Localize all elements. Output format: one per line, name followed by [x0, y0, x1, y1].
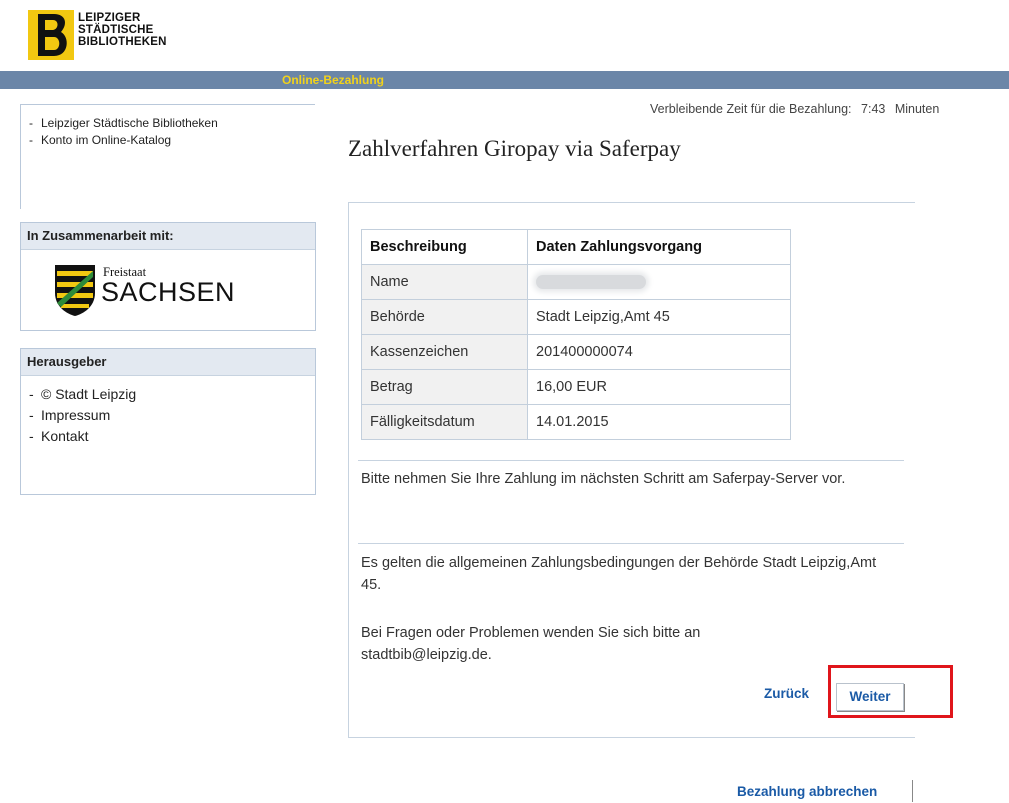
table-row: Fälligkeitsdatum 14.01.2015	[361, 404, 791, 440]
publisher-link-stadt-leipzig[interactable]: © Stadt Leipzig	[21, 384, 315, 405]
library-logo[interactable]: LEIPZIGER STÄDTISCHE BIBLIOTHEKEN	[28, 10, 198, 62]
column-header: Daten Zahlungsvorgang	[527, 229, 791, 265]
info-terms: Es gelten die allgemeinen Zahlungsbeding…	[361, 555, 877, 593]
sidebar-link-library[interactable]: Leipziger Städtische Bibliotheken	[21, 115, 315, 132]
page-title: Zahlverfahren Giropay via Saferpay	[348, 136, 681, 161]
row-value: 16,00 EUR	[527, 369, 791, 405]
logo-line: LEIPZIGER	[78, 12, 141, 24]
logo-line: BIBLIOTHEKEN	[78, 36, 167, 48]
publisher-box: Herausgeber © Stadt Leipzig Impressum Ko…	[20, 348, 316, 495]
title-banner: Online-Bezahlung	[0, 71, 1009, 89]
button-divider	[912, 780, 913, 802]
table-row: Behörde Stadt Leipzig,Amt 45	[361, 299, 791, 335]
row-value: 201400000074	[527, 334, 791, 370]
banner-title: Online-Bezahlung	[282, 73, 384, 87]
row-key: Behörde	[361, 299, 528, 335]
section-divider	[358, 460, 904, 461]
table-row: Betrag 16,00 EUR	[361, 369, 791, 405]
info-contact: Bei Fragen oder Problemen wenden Sie sic…	[361, 625, 701, 663]
publisher-link-kontakt[interactable]: Kontakt	[21, 426, 315, 447]
payment-timer: Verbleibende Zeit für die Bezahlung: 7:4…	[650, 102, 945, 116]
cancel-payment-button[interactable]: Bezahlung abbrechen	[737, 784, 878, 799]
table-row: Kassenzeichen 201400000074	[361, 334, 791, 370]
table-header-row: Beschreibung Daten Zahlungsvorgang	[361, 229, 791, 265]
partner-box: In Zusammenarbeit mit: Freistaat SACHSEN	[20, 222, 316, 331]
column-header: Beschreibung	[361, 229, 528, 265]
sidebar-link-account[interactable]: Konto im Online-Katalog	[21, 132, 315, 149]
row-key: Betrag	[361, 369, 528, 405]
highlight-frame	[828, 665, 953, 718]
row-key: Kassenzeichen	[361, 334, 528, 370]
sachsen-coat-of-arms-icon	[55, 265, 95, 316]
timer-unit: Minuten	[894, 102, 940, 116]
timer-value: 7:43	[861, 102, 886, 116]
row-value: 14.01.2015	[527, 404, 791, 440]
sachsen-logo[interactable]: Freistaat SACHSEN	[53, 263, 236, 317]
row-value: Stadt Leipzig,Amt 45	[527, 299, 791, 335]
partner-heading: In Zusammenarbeit mit:	[21, 223, 315, 250]
section-divider	[358, 543, 904, 544]
redacted-name	[536, 275, 646, 290]
logo-line: STÄDTISCHE	[78, 24, 154, 36]
row-key: Name	[361, 264, 528, 300]
row-key: Fälligkeitsdatum	[361, 404, 528, 440]
sachsen-logo-big: SACHSEN	[101, 277, 236, 307]
payment-details-table: Beschreibung Daten Zahlungsvorgang Name …	[361, 229, 791, 440]
row-value-name	[527, 264, 791, 300]
info-saferpay: Bitte nehmen Sie Ihre Zahlung im nächste…	[361, 471, 846, 487]
library-logo-icon	[28, 10, 74, 60]
table-row: Name	[361, 264, 791, 300]
back-button[interactable]: Zurück	[764, 686, 810, 701]
publisher-heading: Herausgeber	[21, 349, 315, 376]
publisher-link-impressum[interactable]: Impressum	[21, 405, 315, 426]
timer-label: Verbleibende Zeit für die Bezahlung:	[650, 102, 852, 116]
logo-text: LEIPZIGER STÄDTISCHE BIBLIOTHEKEN	[78, 12, 167, 48]
sidebar-nav: Leipziger Städtische Bibliotheken Konto …	[20, 104, 315, 209]
